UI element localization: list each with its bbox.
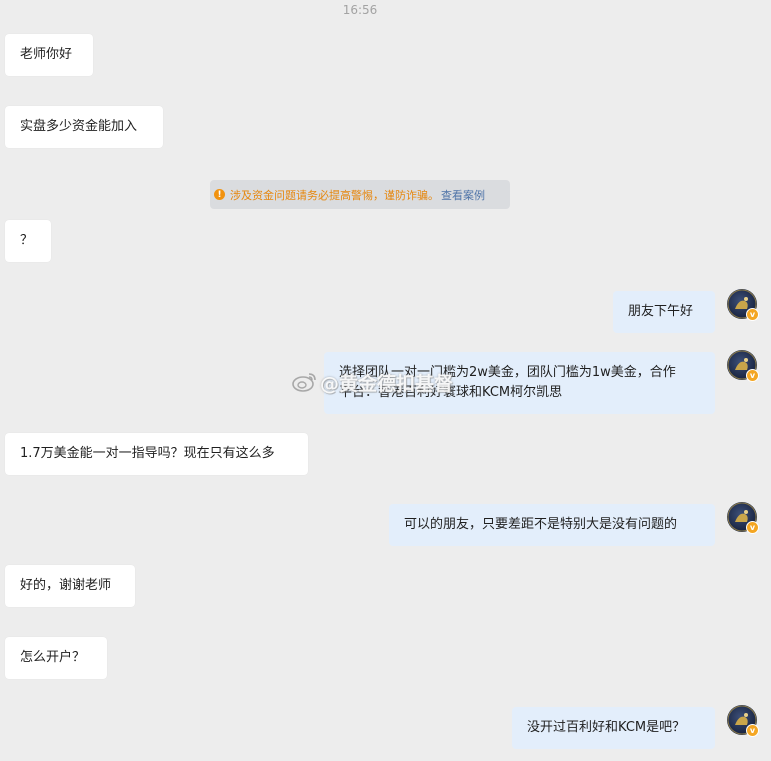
message-text-line: 选择团队一对一门槛为2w美金，团队门槛为1w美金，合作 xyxy=(339,365,676,380)
message-text: 实盘多少资金能加入 xyxy=(20,119,138,134)
message-text: 1.7万美金能一对一指导吗？现在只有这么多 xyxy=(20,446,275,461)
fraud-warning-notice: ! 涉及资金问题请务必提高警惕，谨防诈骗。 查看案例 xyxy=(210,180,510,209)
message-bubble-incoming: 1.7万美金能一对一指导吗？现在只有这么多 xyxy=(5,433,308,475)
message-text: 老师你好 xyxy=(20,47,73,62)
teacher-avatar[interactable]: v xyxy=(727,289,759,321)
message-bubble-outgoing: 可以的朋友，只要差距不是特别大是没有问题的 xyxy=(389,504,715,546)
message-bubble-incoming: ？ xyxy=(5,220,51,262)
verified-badge-icon: v xyxy=(746,369,759,382)
teacher-avatar[interactable]: v xyxy=(727,502,759,534)
info-icon: ! xyxy=(214,189,225,200)
message-bubble-incoming: 老师你好 xyxy=(5,34,93,76)
weibo-logo-icon xyxy=(292,373,316,392)
verified-badge-icon: v xyxy=(746,521,759,534)
message-text-line: 平台：香港百利好寰球和KCM柯尔凯思 xyxy=(339,385,563,400)
message-bubble-incoming: 实盘多少资金能加入 xyxy=(5,106,163,148)
timestamp: 16:56 xyxy=(342,3,378,17)
verified-badge-icon: v xyxy=(746,308,759,321)
message-bubble-outgoing: 没开过百利好和KCM是吧？ xyxy=(512,707,715,749)
message-bubble-outgoing: 朋友下午好 xyxy=(613,291,715,333)
message-bubble-incoming: 怎么开户？ xyxy=(5,637,107,679)
message-text: 朋友下午好 xyxy=(628,304,694,319)
message-bubble-incoming: 好的，谢谢老师 xyxy=(5,565,135,607)
notice-text: 涉及资金问题请务必提高警惕，谨防诈骗。 xyxy=(230,188,439,202)
message-text: 怎么开户？ xyxy=(20,650,86,665)
message-text: 可以的朋友，只要差距不是特别大是没有问题的 xyxy=(404,517,678,532)
message-text: ？ xyxy=(20,233,34,248)
message-bubble-outgoing: 选择团队一对一门槛为2w美金，团队门槛为1w美金，合作 平台：香港百利好寰球和K… xyxy=(324,352,715,414)
message-text: 没开过百利好和KCM是吧？ xyxy=(527,720,686,735)
teacher-avatar[interactable]: v xyxy=(727,350,759,382)
teacher-avatar[interactable]: v xyxy=(727,705,759,737)
view-cases-link[interactable]: 查看案例 xyxy=(441,187,485,203)
message-text: 好的，谢谢老师 xyxy=(20,578,112,593)
verified-badge-icon: v xyxy=(746,724,759,737)
